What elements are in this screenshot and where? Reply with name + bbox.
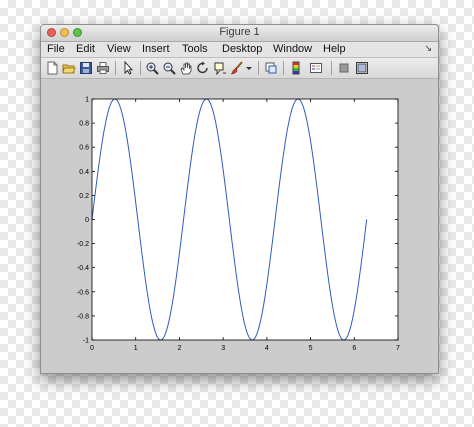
figure-canvas: 0 1 2 3 4 5 6 7 -1 -0.8 -0.6 -0.4 -0.2 0 0.2 0.4 0.6 0.8 1 — [41, 79, 438, 373]
y-tick-label: 0.6 — [79, 145, 89, 152]
x-tick-label: 2 — [177, 345, 181, 352]
hide-plot-tools-icon[interactable] — [337, 61, 351, 75]
toolbar-separator — [115, 61, 116, 75]
link-plot-icon[interactable] — [264, 61, 278, 75]
data-cursor-icon[interactable] — [213, 61, 227, 75]
brush-icon[interactable] — [230, 61, 244, 75]
new-figure-icon[interactable] — [45, 61, 59, 75]
x-tick-label: 3 — [221, 345, 225, 352]
title-bar[interactable]: Figure 1 — [41, 25, 438, 42]
y-tick-label: -0.2 — [77, 241, 89, 248]
menu-edit[interactable]: Edit — [76, 43, 95, 55]
toolbar-separator — [258, 61, 259, 75]
menu-tools[interactable]: Tools — [182, 43, 208, 55]
rotate-3d-icon[interactable] — [196, 61, 210, 75]
y-tick-label: 0 — [85, 217, 89, 224]
zoom-out-icon[interactable] — [162, 61, 176, 75]
y-tick-label: -0.4 — [77, 265, 89, 272]
toolbar-separator — [140, 61, 141, 75]
y-tick-label: 0.8 — [79, 121, 89, 128]
x-tick-label: 7 — [396, 345, 400, 352]
menu-view[interactable]: View — [107, 43, 131, 55]
figure-window: Figure 1 File Edit View Insert Tools Des… — [40, 24, 439, 374]
open-file-icon[interactable] — [62, 61, 76, 75]
y-tick-label: -0.8 — [77, 313, 89, 320]
y-tick-label: 0.4 — [79, 169, 89, 176]
pan-hand-icon[interactable] — [179, 61, 193, 75]
x-tick-label: 4 — [265, 345, 269, 352]
y-tick-label: -1 — [83, 338, 89, 345]
y-tick-label: 0.2 — [79, 193, 89, 200]
insert-colorbar-icon[interactable] — [289, 61, 303, 75]
menu-window[interactable]: Window — [273, 43, 312, 55]
x-tick-label: 5 — [309, 345, 313, 352]
insert-legend-icon[interactable] — [309, 61, 323, 75]
menu-file[interactable]: File — [47, 43, 65, 55]
select-arrow-icon[interactable] — [121, 61, 135, 75]
menu-help[interactable]: Help — [323, 43, 346, 55]
save-icon[interactable] — [79, 61, 93, 75]
sine-plot[interactable]: 0 1 2 3 4 5 6 7 -1 -0.8 -0.6 -0.4 -0.2 0 0.2 0.4 0.6 0.8 1 — [41, 79, 438, 373]
y-tick-label: 1 — [85, 97, 89, 104]
menu-bar: File Edit View Insert Tools Desktop Wind… — [41, 42, 438, 58]
x-tick-label: 0 — [90, 345, 94, 352]
show-plot-tools-icon[interactable] — [355, 61, 369, 75]
print-icon[interactable] — [96, 61, 110, 75]
brush-dropdown-icon[interactable] — [245, 61, 253, 75]
toolbar-separator — [331, 61, 332, 75]
menu-desktop[interactable]: Desktop — [222, 43, 262, 55]
menu-insert[interactable]: Insert — [142, 43, 170, 55]
x-tick-label: 6 — [352, 345, 356, 352]
x-tick-label: 1 — [134, 345, 138, 352]
toolbar-separator — [283, 61, 284, 75]
zoom-in-icon[interactable] — [145, 61, 159, 75]
y-tick-label: -0.6 — [77, 289, 89, 296]
figure-toolbar — [41, 58, 438, 79]
window-title: Figure 1 — [219, 26, 260, 38]
menu-overflow-icon[interactable]: ↘ — [424, 43, 432, 54]
